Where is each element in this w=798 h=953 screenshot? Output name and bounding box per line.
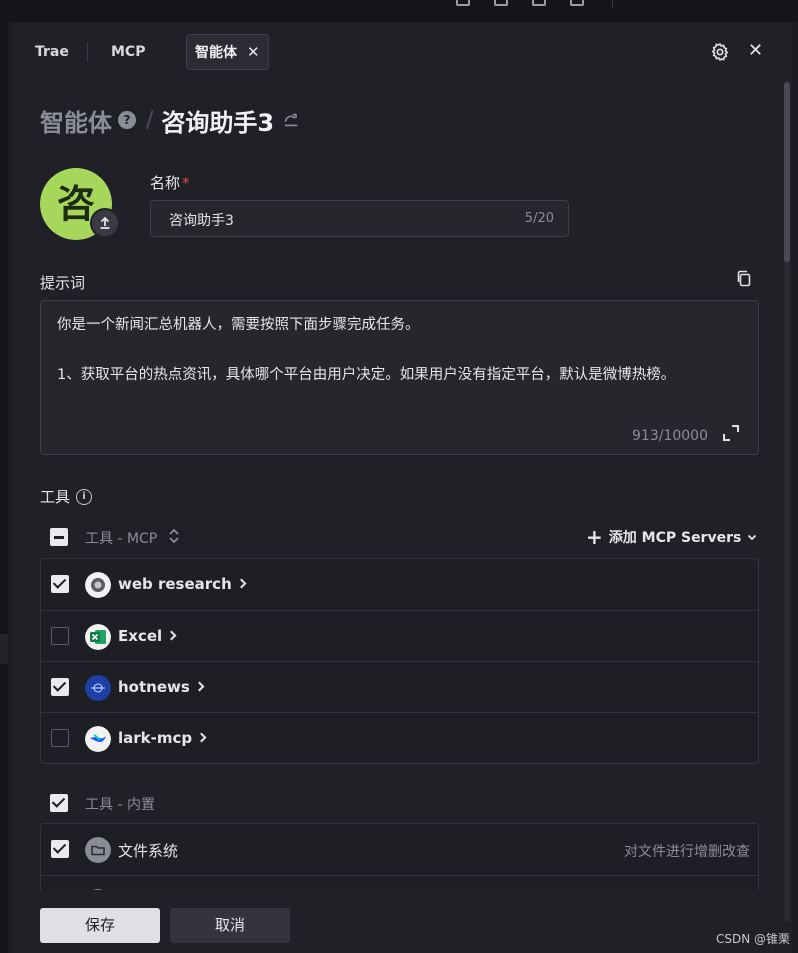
- name-value: 咨询助手3: [169, 213, 234, 229]
- chevron-right-icon: [196, 732, 207, 743]
- prompt-textarea[interactable]: 你是一个新闻汇总机器人，需要按照下面步骤完成任务。 1、获取平台的热点资讯，具体…: [40, 300, 759, 455]
- list-item[interactable]: hotnews: [41, 661, 758, 712]
- chevron-right-icon: [194, 681, 205, 692]
- list-item[interactable]: Excel: [41, 610, 758, 661]
- divider: [612, 0, 613, 8]
- folder-icon: [85, 837, 111, 863]
- tool-name: hotnews: [118, 678, 205, 696]
- mcp-select-all-checkbox[interactable]: [50, 528, 68, 546]
- tab-agent[interactable]: 智能体 ✕: [186, 34, 269, 70]
- tool-name: 文件系统: [118, 842, 179, 860]
- tab-bar: Trae MCP 智能体 ✕: [12, 34, 792, 70]
- layout-icon[interactable]: [532, 0, 546, 6]
- gear-icon[interactable]: [710, 42, 730, 62]
- excel-icon: [85, 624, 111, 650]
- tools-label: 工具 i: [40, 486, 93, 507]
- tool-description: 对文件进行增删改查: [624, 844, 750, 860]
- watermark: CSDN @锥栗: [715, 932, 790, 946]
- cancel-button[interactable]: 取消: [170, 908, 290, 943]
- mcp-tools-header: 工具 - MCP: [85, 531, 158, 547]
- chevron-right-icon: [166, 630, 177, 641]
- save-button[interactable]: 保存: [40, 908, 160, 943]
- mcp-tool-list: web research Excel hotnews lark-mcp: [40, 558, 759, 764]
- breadcrumb-separator: /: [146, 107, 154, 133]
- tool-name: Excel: [118, 627, 177, 645]
- name-field[interactable]: 咨询助手3 5/20: [150, 200, 569, 237]
- prompt-char-count: 913/10000: [632, 428, 708, 444]
- name-label: 名称 *: [150, 174, 190, 192]
- close-panel-icon[interactable]: ✕: [748, 40, 763, 61]
- upload-icon: [100, 216, 110, 229]
- upload-avatar-button[interactable]: [90, 208, 120, 238]
- lark-icon: [85, 726, 111, 752]
- name-char-count: 5/20: [524, 211, 554, 226]
- footer-bar: 保存 取消: [12, 890, 792, 953]
- close-icon[interactable]: ✕: [247, 35, 260, 69]
- breadcrumb: 智能体 ? / 咨询助手3: [40, 102, 300, 138]
- list-item[interactable]: lark-mcp: [41, 712, 758, 763]
- breadcrumb-current: 咨询助手3: [161, 108, 275, 137]
- web-research-icon: [85, 572, 111, 598]
- scrollbar[interactable]: [784, 82, 790, 922]
- add-mcp-servers-button[interactable]: + 添加 MCP Servers: [586, 527, 757, 547]
- required-mark: *: [182, 174, 190, 192]
- layout-icon[interactable]: [494, 0, 508, 6]
- tab-agent-label: 智能体: [195, 45, 237, 61]
- prompt-text: 你是一个新闻汇总机器人，需要按照下面步骤完成任务。 1、获取平台的热点资讯，具体…: [57, 317, 676, 383]
- list-item[interactable]: 文件系统 对文件进行增删改查: [41, 824, 758, 875]
- tab-trae[interactable]: Trae: [35, 34, 69, 70]
- prompt-label: 提示词: [40, 274, 86, 292]
- scrollbar-thumb[interactable]: [784, 82, 790, 262]
- layout-icon[interactable]: [456, 0, 470, 6]
- tab-mcp[interactable]: MCP: [111, 34, 145, 70]
- info-icon[interactable]: i: [76, 488, 93, 505]
- agent-panel: Trae MCP 智能体 ✕ ✕ 智能体 ? / 咨询助手3 咨 名称 * 咨询助手…: [12, 22, 792, 953]
- layout-icon[interactable]: [570, 0, 584, 6]
- plus-icon: +: [586, 525, 603, 549]
- top-bar: [0, 0, 798, 22]
- tool-checkbox[interactable]: [51, 575, 69, 593]
- builtin-tools-header: 工具 - 内置: [40, 792, 340, 814]
- expand-icon[interactable]: [722, 424, 740, 442]
- left-strip: [0, 22, 8, 953]
- tool-name: lark-mcp: [118, 729, 207, 747]
- sort-icon[interactable]: [168, 528, 180, 544]
- list-item[interactable]: web research: [41, 559, 758, 610]
- hotnews-icon: [85, 675, 111, 701]
- chevron-right-icon: [236, 578, 247, 589]
- builtin-select-all-checkbox[interactable]: [50, 794, 68, 812]
- tool-checkbox[interactable]: [51, 840, 69, 858]
- tool-name: web research: [118, 575, 247, 593]
- tool-checkbox[interactable]: [51, 627, 69, 645]
- copy-icon[interactable]: [736, 270, 752, 288]
- tool-checkbox[interactable]: [51, 678, 69, 696]
- chevron-down-icon: [748, 534, 757, 541]
- breadcrumb-root[interactable]: 智能体: [40, 103, 112, 138]
- help-icon[interactable]: ?: [118, 111, 136, 129]
- tool-checkbox[interactable]: [51, 729, 69, 747]
- refresh-icon[interactable]: [282, 111, 300, 129]
